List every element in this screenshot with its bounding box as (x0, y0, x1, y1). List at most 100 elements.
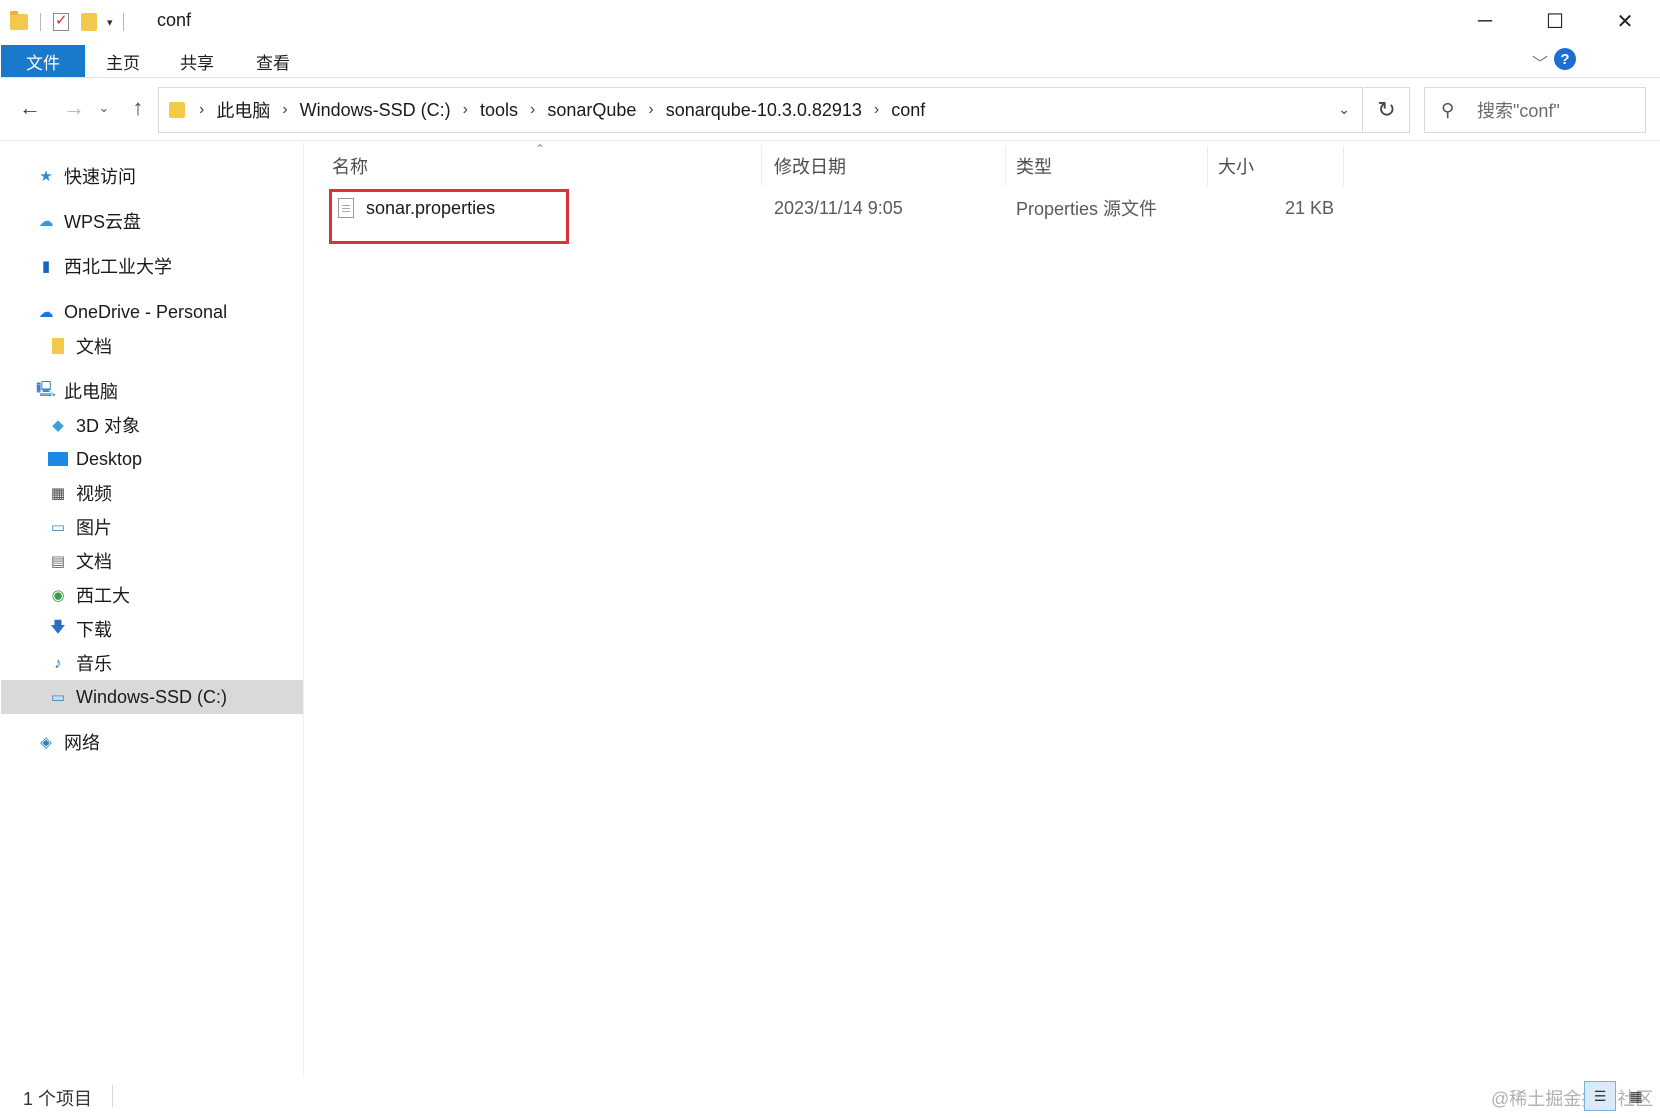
sidebar-item-3d-objects[interactable]: ◆ 3D 对象 (48, 408, 140, 442)
file-modified: 2023/11/14 9:05 (774, 197, 903, 218)
star-icon: ★ (39, 168, 53, 185)
up-button[interactable]: ↑ (122, 93, 154, 123)
column-header-date-modified[interactable]: 修改日期 (764, 146, 1006, 186)
title-bar: ▾ conf ─ ☐ ✕ (0, 0, 1660, 42)
status-divider (112, 1085, 113, 1107)
refresh-button[interactable]: ↻ (1364, 87, 1410, 133)
window-title: conf (157, 10, 192, 30)
sidebar-item-label: 西工大 (76, 586, 130, 606)
address-row: ← → ⌄ ↑ › 此电脑 › Windows-SSD (C:) › tools… (0, 79, 1660, 141)
sidebar-item-onedrive[interactable]: ☁ OneDrive - Personal (36, 295, 228, 329)
sidebar-item-nwpu[interactable]: ▮ 西北工业大学 (36, 249, 172, 283)
sidebar-item-label: OneDrive - Personal (64, 301, 228, 322)
sidebar-item-this-pc[interactable]: 🖳 此电脑 (36, 374, 118, 408)
toolbar-divider (122, 13, 124, 31)
search-box[interactable]: ⚲ 搜索"conf" (1424, 87, 1646, 133)
sidebar-item-videos[interactable]: ▦ 视频 (48, 476, 112, 510)
sidebar-item-documents[interactable]: ▤ 文档 (48, 544, 112, 578)
forward-button[interactable]: → (58, 93, 90, 123)
breadcrumb-sonarqube-version[interactable]: sonarqube-10.3.0.82913 (666, 100, 862, 121)
search-icon: ⚲ (1441, 99, 1455, 120)
tab-home[interactable]: 主页 (94, 45, 152, 77)
film-icon: ▦ (50, 485, 66, 502)
sidebar-item-label: 视频 (76, 484, 112, 504)
sidebar-item-label: 西北工业大学 (64, 257, 172, 277)
annotation-highlight-box (329, 189, 569, 244)
new-folder-icon[interactable] (81, 13, 97, 31)
maximize-button[interactable]: ☐ (1520, 0, 1590, 42)
sidebar-item-desktop[interactable]: Desktop (48, 442, 142, 476)
sidebar-item-label: 文档 (76, 552, 112, 572)
quick-access-toolbar: ▾ (10, 8, 136, 36)
breadcrumb-sonarqube[interactable]: sonarQube (547, 100, 636, 121)
breadcrumb-drive[interactable]: Windows-SSD (C:) (300, 100, 451, 121)
file-list-pane (305, 142, 1660, 1077)
expand-ribbon-icon[interactable]: ﹀ (1532, 50, 1548, 74)
large-icons-view-button[interactable]: ▦ (1620, 1081, 1652, 1111)
minimize-button[interactable]: ─ (1450, 0, 1520, 42)
sidebar-item-music[interactable]: ♪ 音乐 (48, 646, 112, 680)
file-size: 21 KB (1284, 197, 1334, 218)
onedrive-icon: ☁ (38, 304, 54, 321)
sidebar-item-label: 快速访问 (64, 167, 136, 187)
folder-icon (48, 336, 68, 356)
sidebar-item-nwpu-folder[interactable]: ◉ 西工大 (48, 578, 130, 612)
desktop-icon (48, 449, 68, 469)
music-icon: ♪ (54, 654, 62, 672)
cloud-icon: ☁ (38, 213, 54, 230)
chevron-right-icon[interactable]: › (530, 101, 535, 119)
window-controls: ─ ☐ ✕ (1450, 0, 1660, 42)
search-placeholder[interactable]: 搜索"conf" (1477, 97, 1560, 123)
address-bar[interactable]: › 此电脑 › Windows-SSD (C:) › tools › sonar… (158, 87, 1363, 133)
building-icon: ▮ (41, 258, 51, 275)
ribbon-tabs: 文件 主页 共享 查看 ﹀ ? (0, 42, 1660, 78)
details-view-button[interactable]: ☰ (1584, 1081, 1616, 1111)
sidebar-item-downloads[interactable]: 🡇 下载 (48, 612, 112, 646)
chevron-right-icon[interactable]: › (874, 101, 879, 119)
breadcrumb-tools[interactable]: tools (480, 100, 518, 121)
customize-toolbar-dropdown-icon[interactable]: ▾ (107, 16, 113, 29)
sidebar-item-label: 下载 (76, 620, 112, 640)
sidebar-item-label: 图片 (76, 518, 112, 538)
sidebar-item-onedrive-documents[interactable]: 文档 (48, 329, 112, 363)
breadcrumb-this-pc[interactable]: 此电脑 (216, 97, 270, 123)
sidebar-item-label: Windows-SSD (C:) (76, 686, 228, 707)
document-icon: ▤ (50, 553, 66, 570)
network-folder-icon: ◉ (51, 587, 65, 604)
sidebar-item-label: 此电脑 (64, 382, 118, 402)
navigation-pane: ★ 快速访问 ☁ WPS云盘 ▮ 西北工业大学 ☁ OneDrive - Per… (0, 142, 304, 1077)
sidebar-item-quick-access[interactable]: ★ 快速访问 (36, 159, 136, 193)
chevron-right-icon[interactable]: › (463, 101, 468, 119)
status-bar: 1 个项目 @稀土掘金技术社区 ☰ ▦ (0, 1077, 1660, 1118)
properties-icon[interactable] (53, 11, 69, 31)
chevron-right-icon[interactable]: › (199, 101, 204, 119)
file-type: Properties 源文件 (1016, 199, 1158, 219)
tab-file[interactable]: 文件 (1, 45, 85, 77)
sidebar-item-label: 文档 (76, 337, 112, 357)
picture-icon: ▭ (50, 519, 66, 536)
toolbar-divider (40, 13, 41, 31)
close-button[interactable]: ✕ (1590, 0, 1660, 42)
column-header-size[interactable]: 大小 (1208, 146, 1344, 186)
network-icon: ◈ (40, 734, 52, 751)
sidebar-item-label: 音乐 (76, 654, 112, 674)
chevron-right-icon[interactable]: › (282, 101, 287, 119)
sidebar-item-windows-ssd[interactable]: ▭ Windows-SSD (C:) (1, 680, 303, 714)
drive-icon: ▭ (50, 689, 66, 706)
address-history-dropdown-icon[interactable]: ⌄ (1338, 101, 1350, 118)
tab-view[interactable]: 查看 (244, 45, 302, 77)
help-button[interactable]: ? (1554, 48, 1576, 70)
sidebar-item-network[interactable]: ◈ 网络 (36, 725, 100, 759)
breadcrumb-conf[interactable]: conf (891, 100, 925, 121)
cube-icon: ◆ (52, 417, 64, 434)
column-header-type[interactable]: 类型 (1006, 146, 1208, 186)
column-header-name[interactable]: 名称 (322, 146, 762, 186)
folder-icon (10, 11, 28, 30)
computer-icon: 🖳 (36, 380, 57, 398)
tab-share[interactable]: 共享 (168, 45, 226, 77)
sidebar-item-wps-cloud[interactable]: ☁ WPS云盘 (36, 204, 142, 238)
recent-locations-dropdown[interactable]: ⌄ (96, 93, 112, 123)
sidebar-item-pictures[interactable]: ▭ 图片 (48, 510, 112, 544)
chevron-right-icon[interactable]: › (648, 101, 653, 119)
back-button[interactable]: ← (14, 93, 46, 123)
